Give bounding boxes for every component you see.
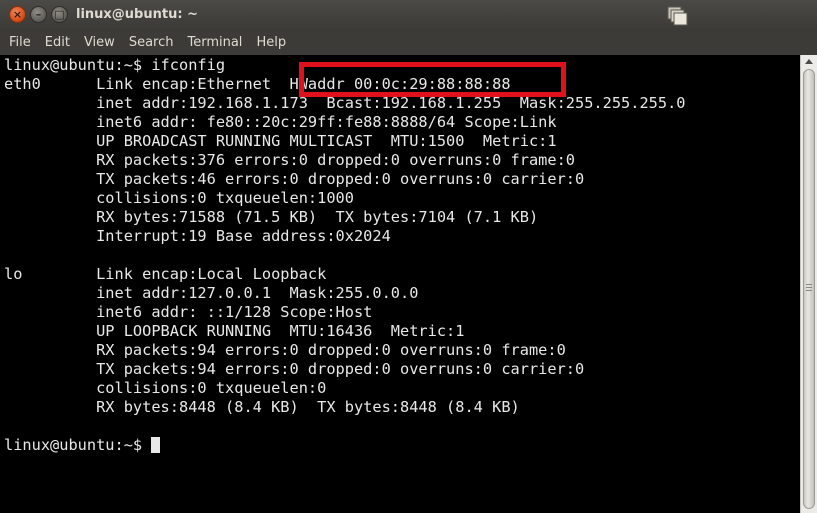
maximize-icon: □ — [54, 8, 65, 21]
terminal-line: UP LOOPBACK RUNNING MTU:16436 Metric:1 — [4, 322, 465, 340]
windows-stack-icon[interactable] — [667, 6, 689, 26]
close-button[interactable]: × — [9, 6, 26, 23]
thumb-grip-line — [806, 284, 812, 285]
minimize-icon: – — [35, 8, 42, 21]
terminal-line: collisions:0 txqueuelen:0 — [4, 379, 327, 397]
terminal-line: RX packets:376 errors:0 dropped:0 overru… — [4, 151, 575, 169]
prompt-text: linux@ubuntu:~$ — [4, 436, 152, 454]
maximize-button[interactable]: □ — [51, 6, 68, 23]
terminal-line: inet6 addr: fe80::20c:29ff:fe88:8888/64 … — [4, 113, 557, 131]
thumb-grip-line — [806, 290, 812, 291]
terminal-line: inet6 addr: ::1/128 Scope:Host — [4, 303, 373, 321]
terminal-output[interactable]: linux@ubuntu:~$ ifconfig eth0 Link encap… — [0, 55, 800, 513]
vertical-scrollbar[interactable] — [800, 55, 817, 513]
window-title: linux@ubuntu: ~ — [76, 7, 198, 22]
terminal-window: × – □ linux@ubuntu: ~ File Edit View Sea… — [0, 0, 817, 513]
menu-bar: File Edit View Search Terminal Help — [0, 31, 817, 54]
terminal-line: TX packets:94 errors:0 dropped:0 overrun… — [4, 360, 585, 378]
terminal-line: collisions:0 txqueuelen:1000 — [4, 189, 354, 207]
terminal-line: inet addr:127.0.0.1 Mask:255.0.0.0 — [4, 284, 419, 302]
terminal-line: Interrupt:19 Base address:0x2024 — [4, 227, 391, 245]
menu-view[interactable]: View — [77, 31, 122, 54]
close-icon: × — [12, 8, 23, 21]
minimize-button[interactable]: – — [30, 6, 47, 23]
terminal-line: RX bytes:71588 (71.5 KB) TX bytes:7104 (… — [4, 208, 539, 226]
scrollbar-thumb[interactable] — [803, 69, 815, 509]
menu-help[interactable]: Help — [249, 31, 293, 54]
terminal-line: UP BROADCAST RUNNING MULTICAST MTU:1500 … — [4, 132, 557, 150]
title-bar[interactable]: × – □ linux@ubuntu: ~ — [0, 0, 817, 32]
hwaddr-highlight-box — [299, 62, 566, 97]
thumb-grip-line — [806, 287, 812, 288]
terminal-line: RX bytes:8448 (8.4 KB) TX bytes:8448 (8.… — [4, 398, 520, 416]
menu-search[interactable]: Search — [122, 31, 181, 54]
menu-file[interactable]: File — [0, 31, 38, 54]
terminal-lines: linux@ubuntu:~$ ifconfig eth0 Link encap… — [4, 56, 686, 455]
menu-edit[interactable]: Edit — [38, 31, 77, 54]
text-cursor — [151, 437, 161, 453]
scroll-up-arrow-icon[interactable] — [805, 59, 813, 64]
terminal-line: RX packets:94 errors:0 dropped:0 overrun… — [4, 341, 566, 359]
terminal-prompt-line: linux@ubuntu:~$ — [4, 436, 686, 455]
menu-terminal[interactable]: Terminal — [180, 31, 249, 54]
terminal-line: TX packets:46 errors:0 dropped:0 overrun… — [4, 170, 585, 188]
terminal-line: lo Link encap:Local Loopback — [4, 265, 327, 283]
